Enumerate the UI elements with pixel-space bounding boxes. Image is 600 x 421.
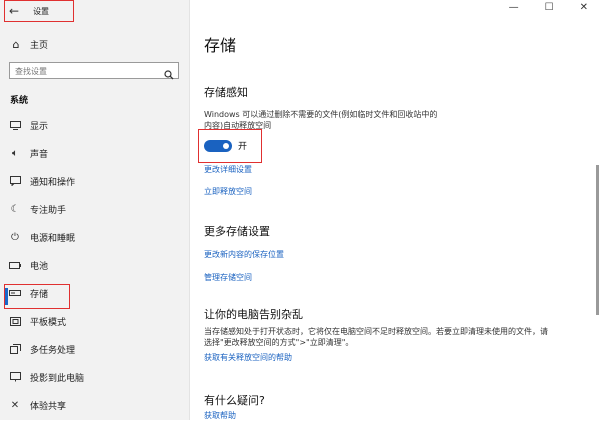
sidebar-item-shared-experiences[interactable]: ✕ 体验共享 <box>0 396 189 414</box>
focus-icon: ☾ <box>10 203 20 215</box>
sidebar-item-label: 声音 <box>30 149 49 160</box>
search-placeholder: 查找设置 <box>15 67 47 76</box>
tablet-icon <box>8 316 22 326</box>
power-icon: ⏻ <box>11 231 19 243</box>
selection-highlight <box>4 284 70 309</box>
sidebar-item-label: 体验共享 <box>30 401 67 412</box>
storage-sense-heading: 存储感知 <box>204 86 248 99</box>
declutter-heading: 让你的电脑告别杂乱 <box>204 308 303 321</box>
free-space-now-link[interactable]: 立即释放空间 <box>204 186 252 197</box>
maximize-icon[interactable]: ☐ <box>545 2 554 13</box>
sidebar-item-power[interactable]: ⏻ 电源和睡眠 <box>0 228 189 246</box>
sidebar-item-tablet[interactable]: 平板模式 <box>0 312 189 330</box>
minimize-icon[interactable]: — <box>509 2 519 13</box>
window-controls: — ☐ ✕ <box>509 2 588 13</box>
sidebar-item-notifications[interactable]: 通知和操作 <box>0 172 189 190</box>
toggle-label: 开 <box>238 142 248 152</box>
search-input[interactable]: 查找设置 <box>9 62 179 80</box>
back-button[interactable]: ← 设置 <box>4 0 74 22</box>
toggle-knob <box>223 143 229 149</box>
page-title: 存储 <box>204 36 237 55</box>
get-help-link[interactable]: 获取帮助 <box>204 410 236 421</box>
sidebar-item-focus[interactable]: ☾ 专注助手 <box>0 200 189 218</box>
app-title: 设置 <box>33 6 50 16</box>
close-icon[interactable]: ✕ <box>580 2 588 13</box>
sidebar-item-sound[interactable]: 🔈︎ 声音 <box>0 144 189 162</box>
sidebar-item-label: 电源和睡眠 <box>30 233 76 244</box>
storage-sense-toggle[interactable] <box>204 140 232 152</box>
sidebar-item-project[interactable]: 投影到此电脑 <box>0 368 189 386</box>
save-location-link[interactable]: 更改新内容的保存位置 <box>204 249 284 260</box>
multitask-icon <box>8 344 22 354</box>
sidebar-item-multitasking[interactable]: 多任务处理 <box>0 340 189 358</box>
scrollbar[interactable] <box>596 165 599 315</box>
questions-heading: 有什么疑问? <box>204 394 265 407</box>
manage-storage-link[interactable]: 管理存储空间 <box>204 272 252 283</box>
main-content: — ☐ ✕ 存储 存储感知 Windows 可以通过删除不需要的文件(例如临时文… <box>190 0 600 420</box>
sidebar: ← 设置 ⌂ 主页 查找设置 系统 显示 🔈︎ 声音 通知和操作 ☾ 专注助手 … <box>0 0 189 420</box>
free-space-help-link[interactable]: 获取有关释放空间的帮助 <box>204 352 292 363</box>
sidebar-item-battery[interactable]: 电池 <box>0 256 189 274</box>
sidebar-item-label: 电池 <box>30 261 49 272</box>
project-icon <box>8 372 22 382</box>
battery-icon <box>8 261 22 269</box>
sidebar-item-label: 投影到此电脑 <box>30 373 85 384</box>
selected-indicator <box>5 288 8 305</box>
home-icon: ⌂ <box>12 38 20 51</box>
sidebar-item-label: 平板模式 <box>30 317 67 328</box>
declutter-desc-line2: 选择"更改释放空间的方式">"立即清理"。 <box>204 338 354 347</box>
more-storage-heading: 更多存储设置 <box>204 225 270 238</box>
home-label: 主页 <box>30 41 49 51</box>
sidebar-item-label: 多任务处理 <box>30 345 76 356</box>
search-icon[interactable] <box>164 65 174 84</box>
sidebar-item-label: 专注助手 <box>30 205 67 216</box>
home-link[interactable]: ⌂ 主页 <box>10 38 49 51</box>
title-bar: ← 设置 <box>0 0 189 24</box>
sidebar-item-storage[interactable]: 存储 <box>0 284 189 309</box>
display-icon <box>8 120 22 130</box>
declutter-desc-line1: 当存储感知处于打开状态时，它将仅在电脑空间不足时释放空间。若要立即清理未使用的文… <box>204 327 548 336</box>
sidebar-item-label: 通知和操作 <box>30 177 76 188</box>
change-details-link[interactable]: 更改详细设置 <box>204 164 252 175</box>
notification-icon <box>8 176 22 186</box>
sound-icon: 🔈︎ <box>12 147 18 159</box>
sidebar-item-label: 显示 <box>30 121 49 132</box>
back-arrow-icon: ← <box>9 4 20 18</box>
storage-sense-desc-line1: Windows 可以通过删除不需要的文件(例如临时文件和回收站中的 <box>204 110 438 119</box>
section-label-system: 系统 <box>10 96 29 106</box>
share-icon: ✕ <box>10 399 20 411</box>
sidebar-item-display[interactable]: 显示 <box>0 116 189 134</box>
